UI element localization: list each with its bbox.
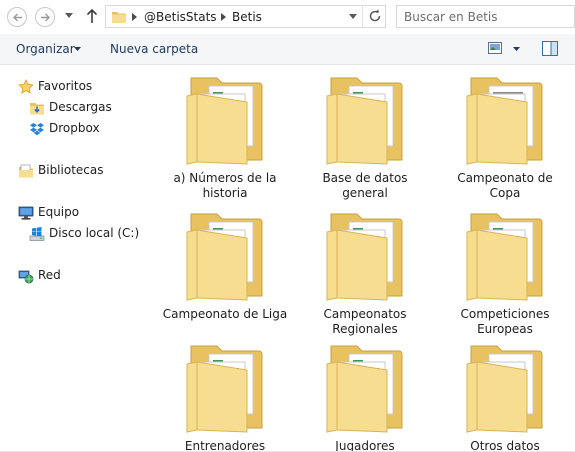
folder-item[interactable]: Campeonatos Regionales [300,202,430,336]
change-view-icon[interactable] [488,42,502,54]
nav-downloads-label: Descargas [49,100,112,114]
folder-item[interactable]: Competiciones Europeas [440,202,570,336]
folder-spreadsheet-icon [186,345,263,433]
folder-item[interactable]: Campeonato de Copa [440,66,570,200]
address-row: @BetisStats Betis [0,0,575,34]
preview-pane-icon[interactable] [542,41,558,56]
recent-locations-dropdown[interactable] [65,13,73,18]
star-icon [18,79,34,94]
refresh-icon[interactable] [368,9,382,23]
chevron-down-icon[interactable] [513,47,520,51]
folder-spreadsheet-icon [326,77,403,165]
folder-name: Competiciones Europeas [460,307,550,336]
nav-computer-label: Equipo [38,205,80,219]
folder-item[interactable]: Otros datos [440,334,570,452]
chevron-down-icon [74,47,81,51]
new-folder-button[interactable]: Nueva carpeta [110,42,198,56]
nav-downloads[interactable]: Descargas [29,99,139,117]
nav-favorites[interactable]: Favoritos [18,78,138,96]
nav-libraries[interactable]: Bibliotecas [18,162,138,180]
downloads-folder-icon [30,103,44,115]
breadcrumb-betisstats[interactable]: @BetisStats [144,10,217,24]
command-bar: Organizar Nueva carpeta [0,34,575,65]
breadcrumb-betis[interactable]: Betis [232,10,262,24]
folder-icon [112,12,126,23]
folder-name: a) Números de la historia [173,171,277,200]
nav-dropbox[interactable]: Dropbox [29,120,139,138]
divider [362,6,363,27]
forward-button[interactable] [35,7,55,27]
search-input[interactable] [397,6,575,27]
folder-name: Campeonato de Copa [457,171,553,200]
folder-item[interactable]: a) Números de la historia [160,66,290,200]
nav-network-label: Red [38,268,61,282]
organize-button[interactable]: Organizar [16,42,75,56]
folder-name: Campeonatos Regionales [323,307,407,336]
folder-name: Campeonato de Liga [162,307,288,321]
folder-item[interactable]: Jugadores [300,334,430,452]
folder-document-icon [466,77,543,165]
search-box[interactable] [396,5,575,28]
folder-document-icon [466,345,543,433]
nav-dropbox-label: Dropbox [49,121,100,135]
chevron-down-icon[interactable] [349,14,357,19]
folder-spreadsheet-icon [466,213,543,301]
folder-spreadsheet-icon [326,345,403,433]
nav-local-disk[interactable]: Disco local (C:) [29,225,154,243]
folder-name: Base de datos general [322,171,408,200]
nav-favorites-label: Favoritos [38,79,93,93]
windows-drive-icon [29,227,45,241]
nav-computer[interactable]: Equipo [18,204,138,222]
back-button[interactable] [7,7,27,27]
libraries-icon [19,164,33,178]
network-icon [18,270,34,284]
address-bar[interactable]: @BetisStats Betis [105,5,386,28]
dropbox-icon [30,123,44,136]
folder-spreadsheet-icon [186,77,263,165]
folder-item[interactable]: Entrenadores [160,334,290,452]
nav-local-disk-label: Disco local (C:) [49,226,140,240]
navigation-pane: Favoritos Descargas Dropbox Bibliotecas … [0,66,157,452]
folder-item[interactable]: Campeonato de Liga [160,202,290,332]
arrow-right-icon [41,13,50,22]
file-list: a) Números de la historia Base de datos … [157,66,575,452]
computer-icon [18,206,34,220]
nav-libraries-label: Bibliotecas [38,163,104,177]
nav-network[interactable]: Red [18,267,138,285]
chevron-right-icon [221,13,226,21]
arrow-left-icon [13,13,22,22]
folder-item[interactable]: Base de datos general [300,66,430,200]
folder-spreadsheet-icon [186,213,263,301]
up-arrow-icon[interactable] [86,8,98,24]
chevron-right-icon [132,13,137,21]
folder-spreadsheet-icon [326,213,403,301]
